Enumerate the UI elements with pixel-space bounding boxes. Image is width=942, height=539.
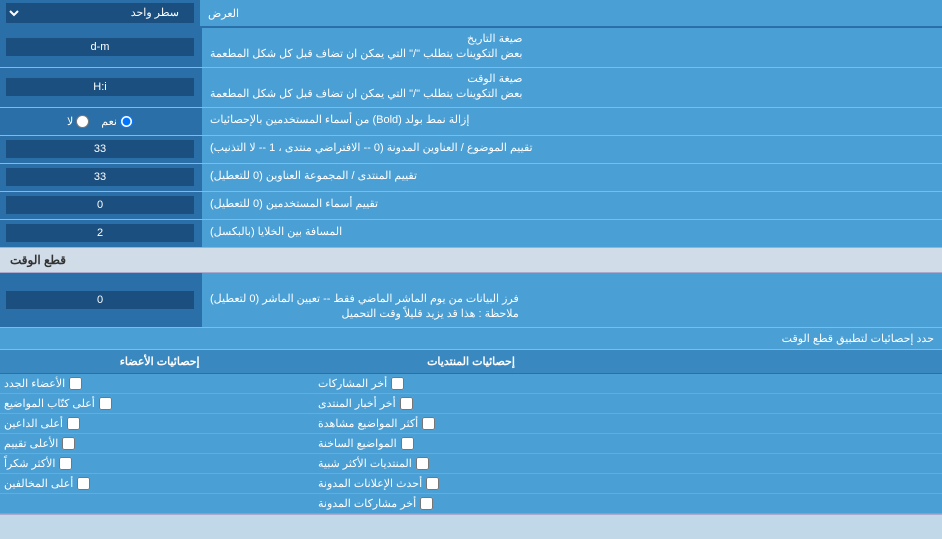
row-cell-spacing: المسافة بين الخلايا (بالبكسل) [0,220,942,248]
row-forum-group: تقييم المنتدى / المجموعة العناوين (0 للت… [0,164,942,192]
input-time-format[interactable] [6,78,194,96]
cb-col3-2: أعلى الداعين [0,414,314,433]
checkbox-col2-0[interactable] [391,377,404,390]
limit-row: حدد إحصائيات لتطبيق قطع الوقت [0,328,942,350]
cb-col1-6 [628,494,942,513]
cb-row-2: أكثر المواضيع مشاهدةأعلى الداعين [0,414,942,434]
cb-col1-2 [628,414,942,433]
cb-header-col3: إحصائيات الأعضاء [4,353,315,370]
checkbox-col2-4[interactable] [416,457,429,470]
label-usernames: تقييم أسماء المستخدمين (0 للتعطيل) [200,192,942,219]
cb-col2-1: أخر أخبار المنتدى [314,394,628,413]
top-select-cell[interactable]: سطر واحد سطرين ثلاثة أسطر [0,0,200,26]
input-cell-date-format[interactable] [0,28,200,67]
cb-col3-3: الأعلى تقييم [0,434,314,453]
cb-col3-0: الأعضاء الجدد [0,374,314,393]
input-forum-topics[interactable] [6,140,194,158]
cb-row-6: أخر مشاركات المدونة [0,494,942,514]
cb-col3-4: الأكثر شكراً [0,454,314,473]
checkbox-col3-2[interactable] [67,417,80,430]
top-select[interactable]: سطر واحد سطرين ثلاثة أسطر [6,3,194,23]
checkbox-col3-4[interactable] [59,457,72,470]
cb-col2-5: أحدث الإعلانات المدونة [314,474,628,493]
cb-col3-5: أعلى المخالفين [0,474,314,493]
top-row: العرض سطر واحد سطرين ثلاثة أسطر [0,0,942,28]
cut-time-input-cell[interactable] [0,273,200,327]
cb-col1-5 [628,474,942,493]
cb-col2-2: أكثر المواضيع مشاهدة [314,414,628,433]
input-cell-usernames[interactable] [0,192,200,219]
rows-container: صيغة التاريخ بعض التكوينات يتطلب "/" الت… [0,28,942,248]
radio-cell-bold-remove: نعم لا [0,108,200,135]
checkbox-col2-6[interactable] [420,497,433,510]
cb-row-4: المنتديات الأكثر شبيةالأكثر شكراً [0,454,942,474]
radio-yes-bold-remove[interactable] [120,115,133,128]
cb-col2-3: المواضيع الساخنة [314,434,628,453]
label-forum-group: تقييم المنتدى / المجموعة العناوين (0 للت… [200,164,942,191]
label-date-format: صيغة التاريخ بعض التكوينات يتطلب "/" الت… [200,28,942,67]
cb-col1-4 [628,454,942,473]
row-bold-remove: إزالة نمط بولد (Bold) من أسماء المستخدمي… [0,108,942,136]
checkbox-col2-2[interactable] [422,417,435,430]
row-forum-topics: تقييم الموضوع / العناوين المدونة (0 -- ا… [0,136,942,164]
cb-col1-1 [628,394,942,413]
section-header: قطع الوقت [0,248,942,273]
cb-col2-0: أخر المشاركات [314,374,628,393]
cb-col2-6: أخر مشاركات المدونة [314,494,628,513]
checkbox-col3-5[interactable] [77,477,90,490]
label-cell-spacing: المسافة بين الخلايا (بالبكسل) [200,220,942,247]
checkbox-col3-1[interactable] [99,397,112,410]
input-date-format[interactable] [6,38,194,56]
input-forum-group[interactable] [6,168,194,186]
row-time-format: صيغة الوقت بعض التكوينات يتطلب "/" التي … [0,68,942,108]
radio-label-no[interactable]: لا [67,115,89,128]
cb-header-col1 [627,353,938,370]
checkboxes-section: إحصائيات المنتديات إحصائيات الأعضاء أخر … [0,350,942,515]
input-usernames[interactable] [6,196,194,214]
cb-col3-1: أعلى كتّاب المواضيع [0,394,314,413]
checkboxes-header: إحصائيات المنتديات إحصائيات الأعضاء [0,350,942,374]
cut-time-label: فرز البيانات من يوم الماشر الماضي فقط --… [200,273,942,327]
cb-col3-6 [0,494,314,513]
cb-row-5: أحدث الإعلانات المدونةأعلى المخالفين [0,474,942,494]
cb-header-col2: إحصائيات المنتديات [315,353,626,370]
cut-time-input[interactable] [6,291,194,309]
checkbox-col3-3[interactable] [62,437,75,450]
checkbox-col2-3[interactable] [401,437,414,450]
cb-rows-container: أخر المشاركاتالأعضاء الجددأخر أخبار المن… [0,374,942,514]
input-cell-forum-group[interactable] [0,164,200,191]
cb-row-3: المواضيع الساخنةالأعلى تقييم [0,434,942,454]
input-cell-time-format[interactable] [0,68,200,107]
checkbox-col3-0[interactable] [69,377,82,390]
cut-time-row: فرز البيانات من يوم الماشر الماضي فقط --… [0,273,942,328]
radio-label-yes[interactable]: نعم [101,115,133,128]
checkbox-col2-1[interactable] [400,397,413,410]
cb-row-1: أخر أخبار المنتدىأعلى كتّاب المواضيع [0,394,942,414]
radio-no-bold-remove[interactable] [76,115,89,128]
cb-col1-3 [628,434,942,453]
input-cell-cell-spacing[interactable] [0,220,200,247]
label-bold-remove: إزالة نمط بولد (Bold) من أسماء المستخدمي… [200,108,942,135]
cb-col2-4: المنتديات الأكثر شبية [314,454,628,473]
input-cell-forum-topics[interactable] [0,136,200,163]
input-cell-spacing[interactable] [6,224,194,242]
cb-col1-0 [628,374,942,393]
top-label: العرض [200,0,942,26]
cb-row-0: أخر المشاركاتالأعضاء الجدد [0,374,942,394]
row-usernames: تقييم أسماء المستخدمين (0 للتعطيل) [0,192,942,220]
limit-label: حدد إحصائيات لتطبيق قطع الوقت [8,332,934,345]
checkbox-col2-5[interactable] [426,477,439,490]
label-forum-topics: تقييم الموضوع / العناوين المدونة (0 -- ا… [200,136,942,163]
label-time-format: صيغة الوقت بعض التكوينات يتطلب "/" التي … [200,68,942,107]
row-date-format: صيغة التاريخ بعض التكوينات يتطلب "/" الت… [0,28,942,68]
